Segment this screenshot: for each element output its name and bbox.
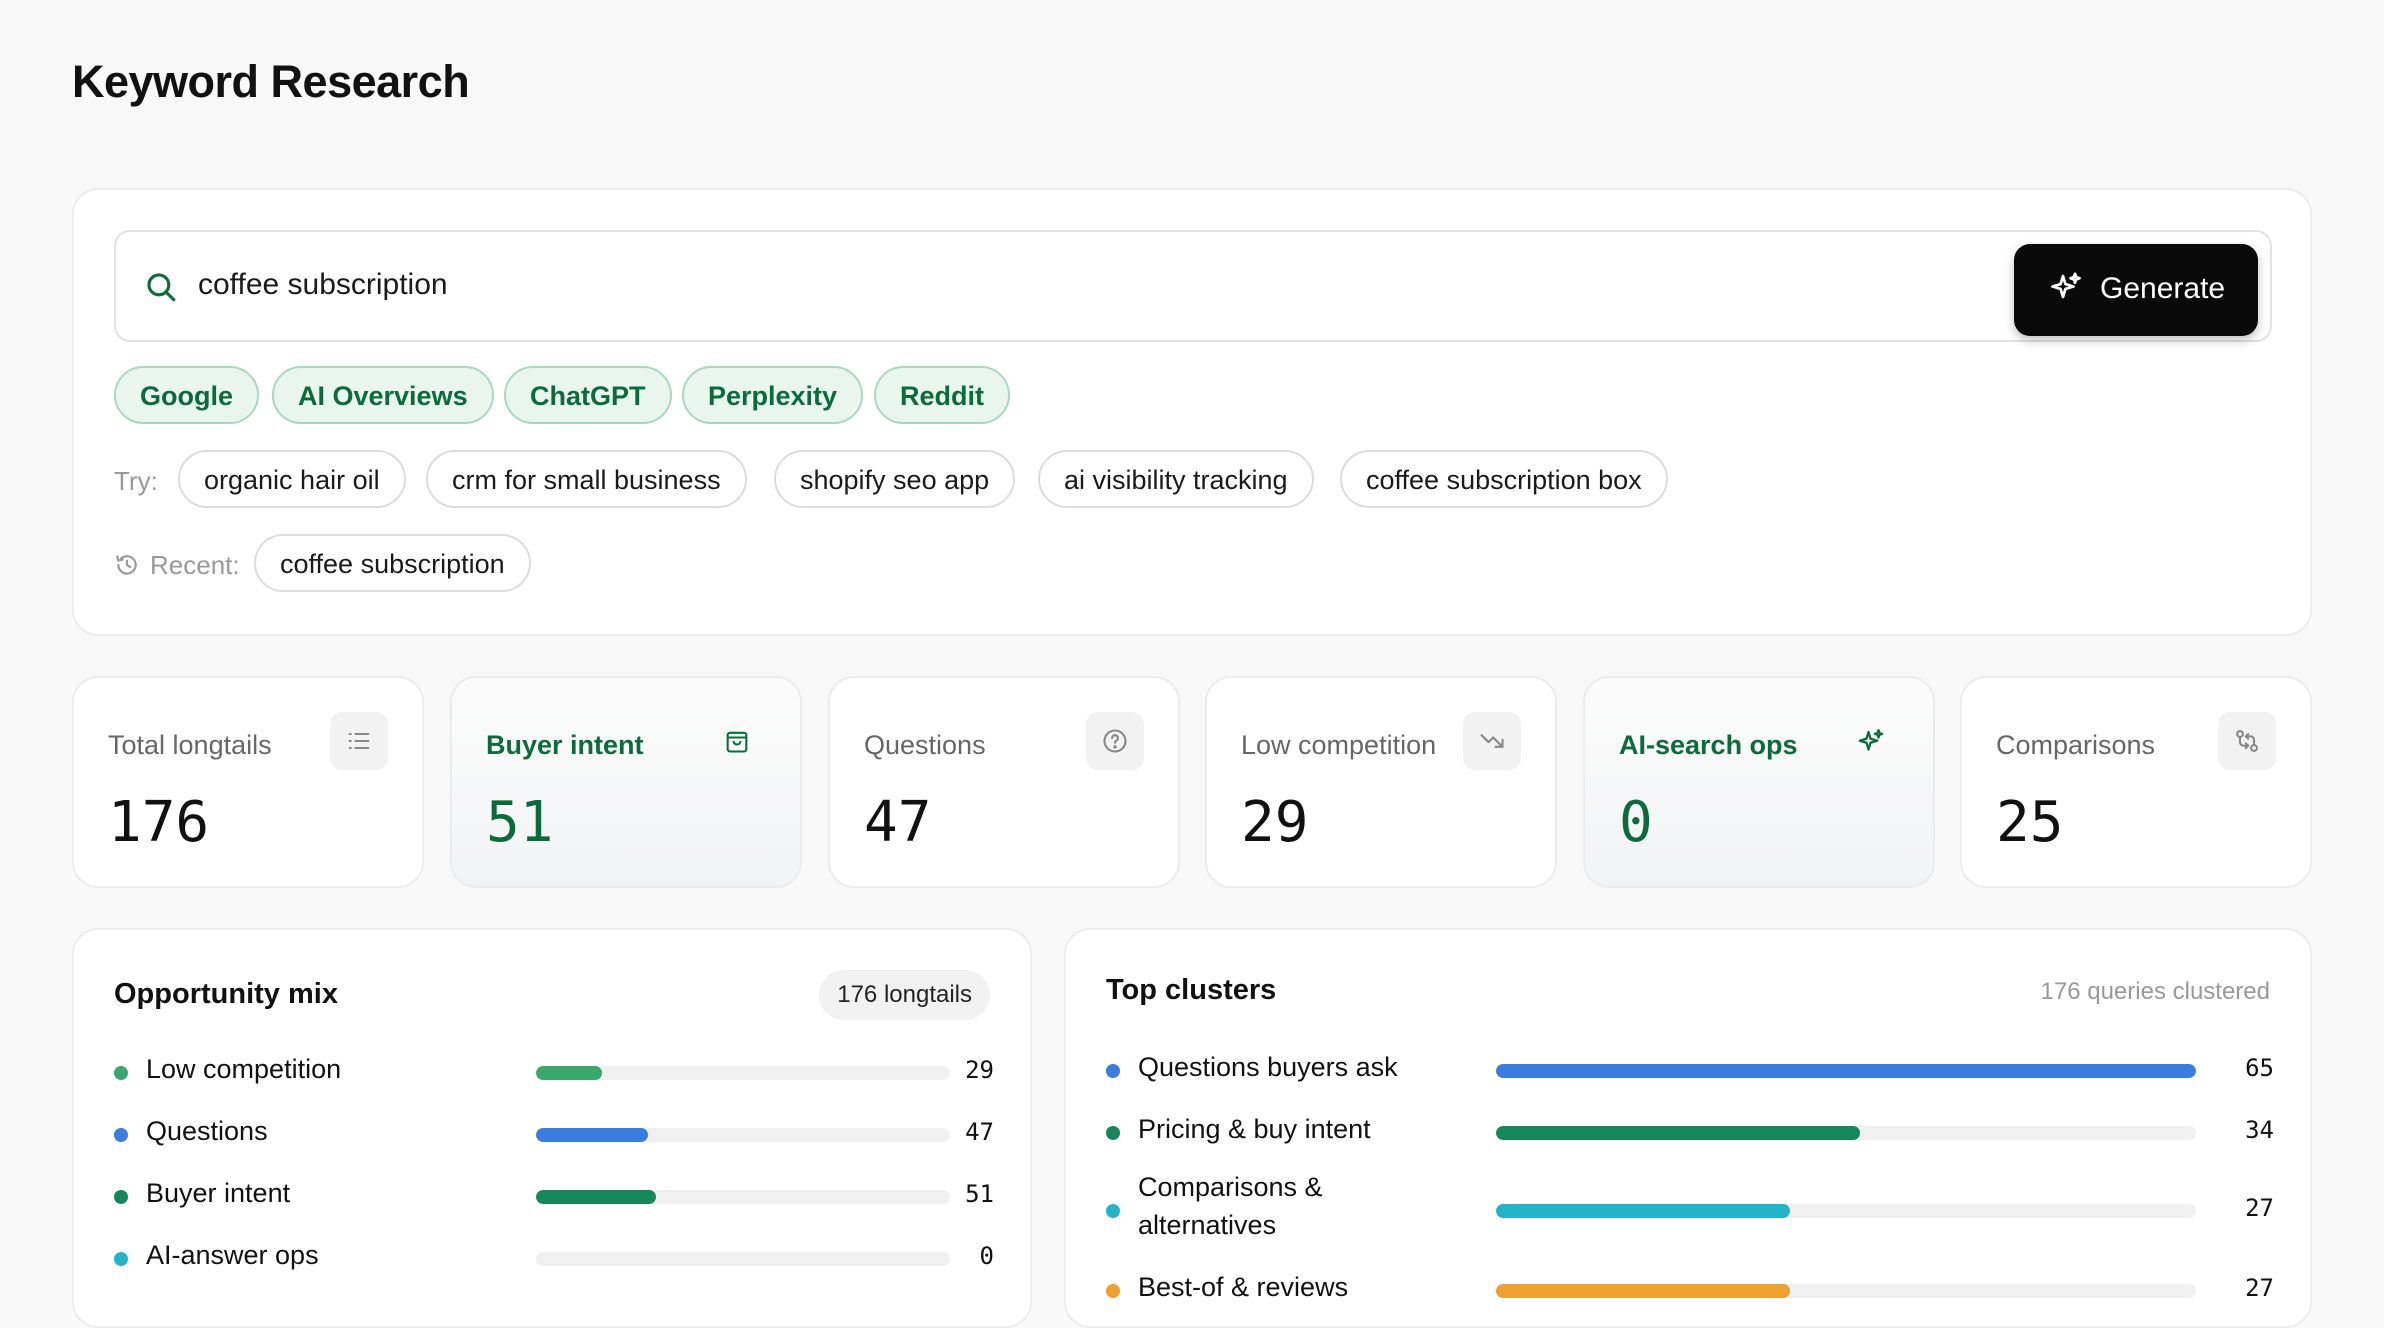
suggestion-chip[interactable]: ai visibility tracking [1038, 450, 1314, 508]
generate-button[interactable]: Generate [2014, 244, 2258, 336]
source-pill-reddit[interactable]: Reddit [874, 366, 1010, 424]
series-dot [114, 1190, 128, 1204]
series-dot [1106, 1126, 1120, 1140]
cluster-row-value: 34 [2245, 1116, 2274, 1144]
mix-bar-track [536, 1252, 950, 1266]
series-dot [1106, 1284, 1120, 1298]
cluster-bar-fill [1496, 1064, 2196, 1078]
compare-arrows-icon [2236, 730, 2258, 752]
stat-label: AI-search ops [1619, 730, 1798, 760]
mix-row-label: Low competition [146, 1054, 342, 1084]
search-icon [147, 273, 176, 302]
trending-down-icon [1480, 734, 1504, 748]
source-pill-chatgpt[interactable]: ChatGPT [504, 366, 672, 424]
mix-bar-fill [536, 1066, 603, 1080]
source-pill-ai-overviews[interactable]: AI Overviews [272, 366, 494, 424]
mix-bar-fill [536, 1190, 657, 1204]
stat-label: Low competition [1241, 730, 1437, 760]
mix-row-label: Buyer intent [146, 1178, 291, 1208]
mix-row-value: 47 [965, 1118, 994, 1146]
cluster-bar-track [1496, 1284, 2196, 1298]
cluster-bar-track [1496, 1204, 2196, 1218]
page-title: Keyword Research [72, 56, 470, 107]
stat-value: 0 [1619, 790, 1653, 855]
cluster-row-value: 27 [2245, 1194, 2274, 1222]
shopping-bag-icon [726, 731, 748, 753]
stat-card-comparisons[interactable]: Comparisons 25 [1960, 676, 2312, 888]
mix-bar-track [536, 1128, 950, 1142]
suggestion-chip[interactable]: organic hair oil [178, 450, 406, 508]
sparkles-icon [1858, 729, 1884, 751]
generate-label: Generate [2100, 272, 2226, 305]
mix-row-value: 29 [965, 1056, 994, 1084]
cluster-row-value: 27 [2245, 1274, 2274, 1302]
cluster-row-label: Best-of & reviews [1138, 1272, 1349, 1302]
cluster-bar-track [1496, 1064, 2196, 1078]
sparkles-icon [2051, 272, 2081, 299]
mix-row-value: 51 [965, 1180, 994, 1208]
cluster-bar-fill [1496, 1204, 1790, 1218]
series-dot [114, 1252, 128, 1266]
mix-bar-track [536, 1190, 950, 1204]
mix-row-label: Questions [146, 1116, 268, 1146]
stat-card-ai-search-ops[interactable]: AI-search ops 0 [1583, 676, 1935, 888]
stat-value: 47 [864, 790, 932, 855]
stat-card-buyer-intent[interactable]: Buyer intent 51 [450, 676, 802, 888]
cluster-bar-track [1496, 1126, 2196, 1140]
source-pill-google[interactable]: Google [114, 366, 259, 424]
top-clusters-title: Top clusters [1106, 974, 1277, 1006]
opportunity-mix-card: Opportunity mix 176 longtails Low compet… [72, 928, 1032, 1328]
stat-value: 25 [1996, 790, 2064, 855]
source-pill-perplexity[interactable]: Perplexity [682, 366, 864, 424]
cluster-bar-fill [1496, 1126, 1860, 1140]
try-label: Try: [114, 466, 158, 496]
top-clusters-card: Top clusters 176 queries clustered Quest… [1064, 928, 2312, 1328]
cluster-row-label: Pricing & buy intent [1138, 1114, 1371, 1144]
recent-chip[interactable]: coffee subscription [254, 534, 531, 592]
question-circle-icon [1103, 729, 1127, 753]
search-box[interactable]: coffee subscription Generate [114, 230, 2272, 342]
stat-card-questions[interactable]: Questions 47 [828, 676, 1180, 888]
stat-value: 51 [486, 790, 554, 855]
series-dot [114, 1066, 128, 1080]
suggestion-chip[interactable]: coffee subscription box [1340, 450, 1668, 508]
stat-card-low-competition[interactable]: Low competition 29 [1205, 676, 1557, 888]
longtails-count-badge: 176 longtails [819, 970, 990, 1020]
stat-card-total-longtails[interactable]: Total longtails 176 [72, 676, 424, 888]
cluster-row-label-continued: alternatives [1138, 1210, 1277, 1240]
mix-row-label: AI-answer ops [146, 1240, 319, 1270]
stat-label: Buyer intent [486, 730, 644, 760]
stat-label: Questions [864, 730, 986, 760]
mix-row-value: 0 [979, 1242, 994, 1270]
history-icon [116, 555, 137, 575]
series-dot [114, 1128, 128, 1142]
stat-label: Comparisons [1996, 730, 2156, 760]
suggestion-chip[interactable]: shopify seo app [774, 450, 1016, 508]
stat-value: 29 [1241, 790, 1309, 855]
stat-value: 176 [108, 790, 210, 855]
search-card: coffee subscription Generate Google AI O… [72, 188, 2312, 636]
cluster-row-value: 65 [2245, 1054, 2274, 1082]
clustered-count: 176 queries clustered [2040, 978, 2270, 1005]
series-dot [1106, 1204, 1120, 1218]
list-icon [348, 732, 370, 750]
series-dot [1106, 1064, 1120, 1078]
search-input[interactable]: coffee subscription [198, 268, 448, 302]
mix-bar-track [536, 1066, 950, 1080]
cluster-row-label: Comparisons & [1138, 1172, 1323, 1202]
opportunity-mix-title: Opportunity mix [114, 978, 338, 1010]
stat-label: Total longtails [108, 730, 272, 760]
cluster-row-label: Questions buyers ask [1138, 1052, 1398, 1082]
suggestion-chip[interactable]: crm for small business [426, 450, 747, 508]
mix-bar-fill [536, 1128, 648, 1142]
cluster-bar-fill [1496, 1284, 1790, 1298]
